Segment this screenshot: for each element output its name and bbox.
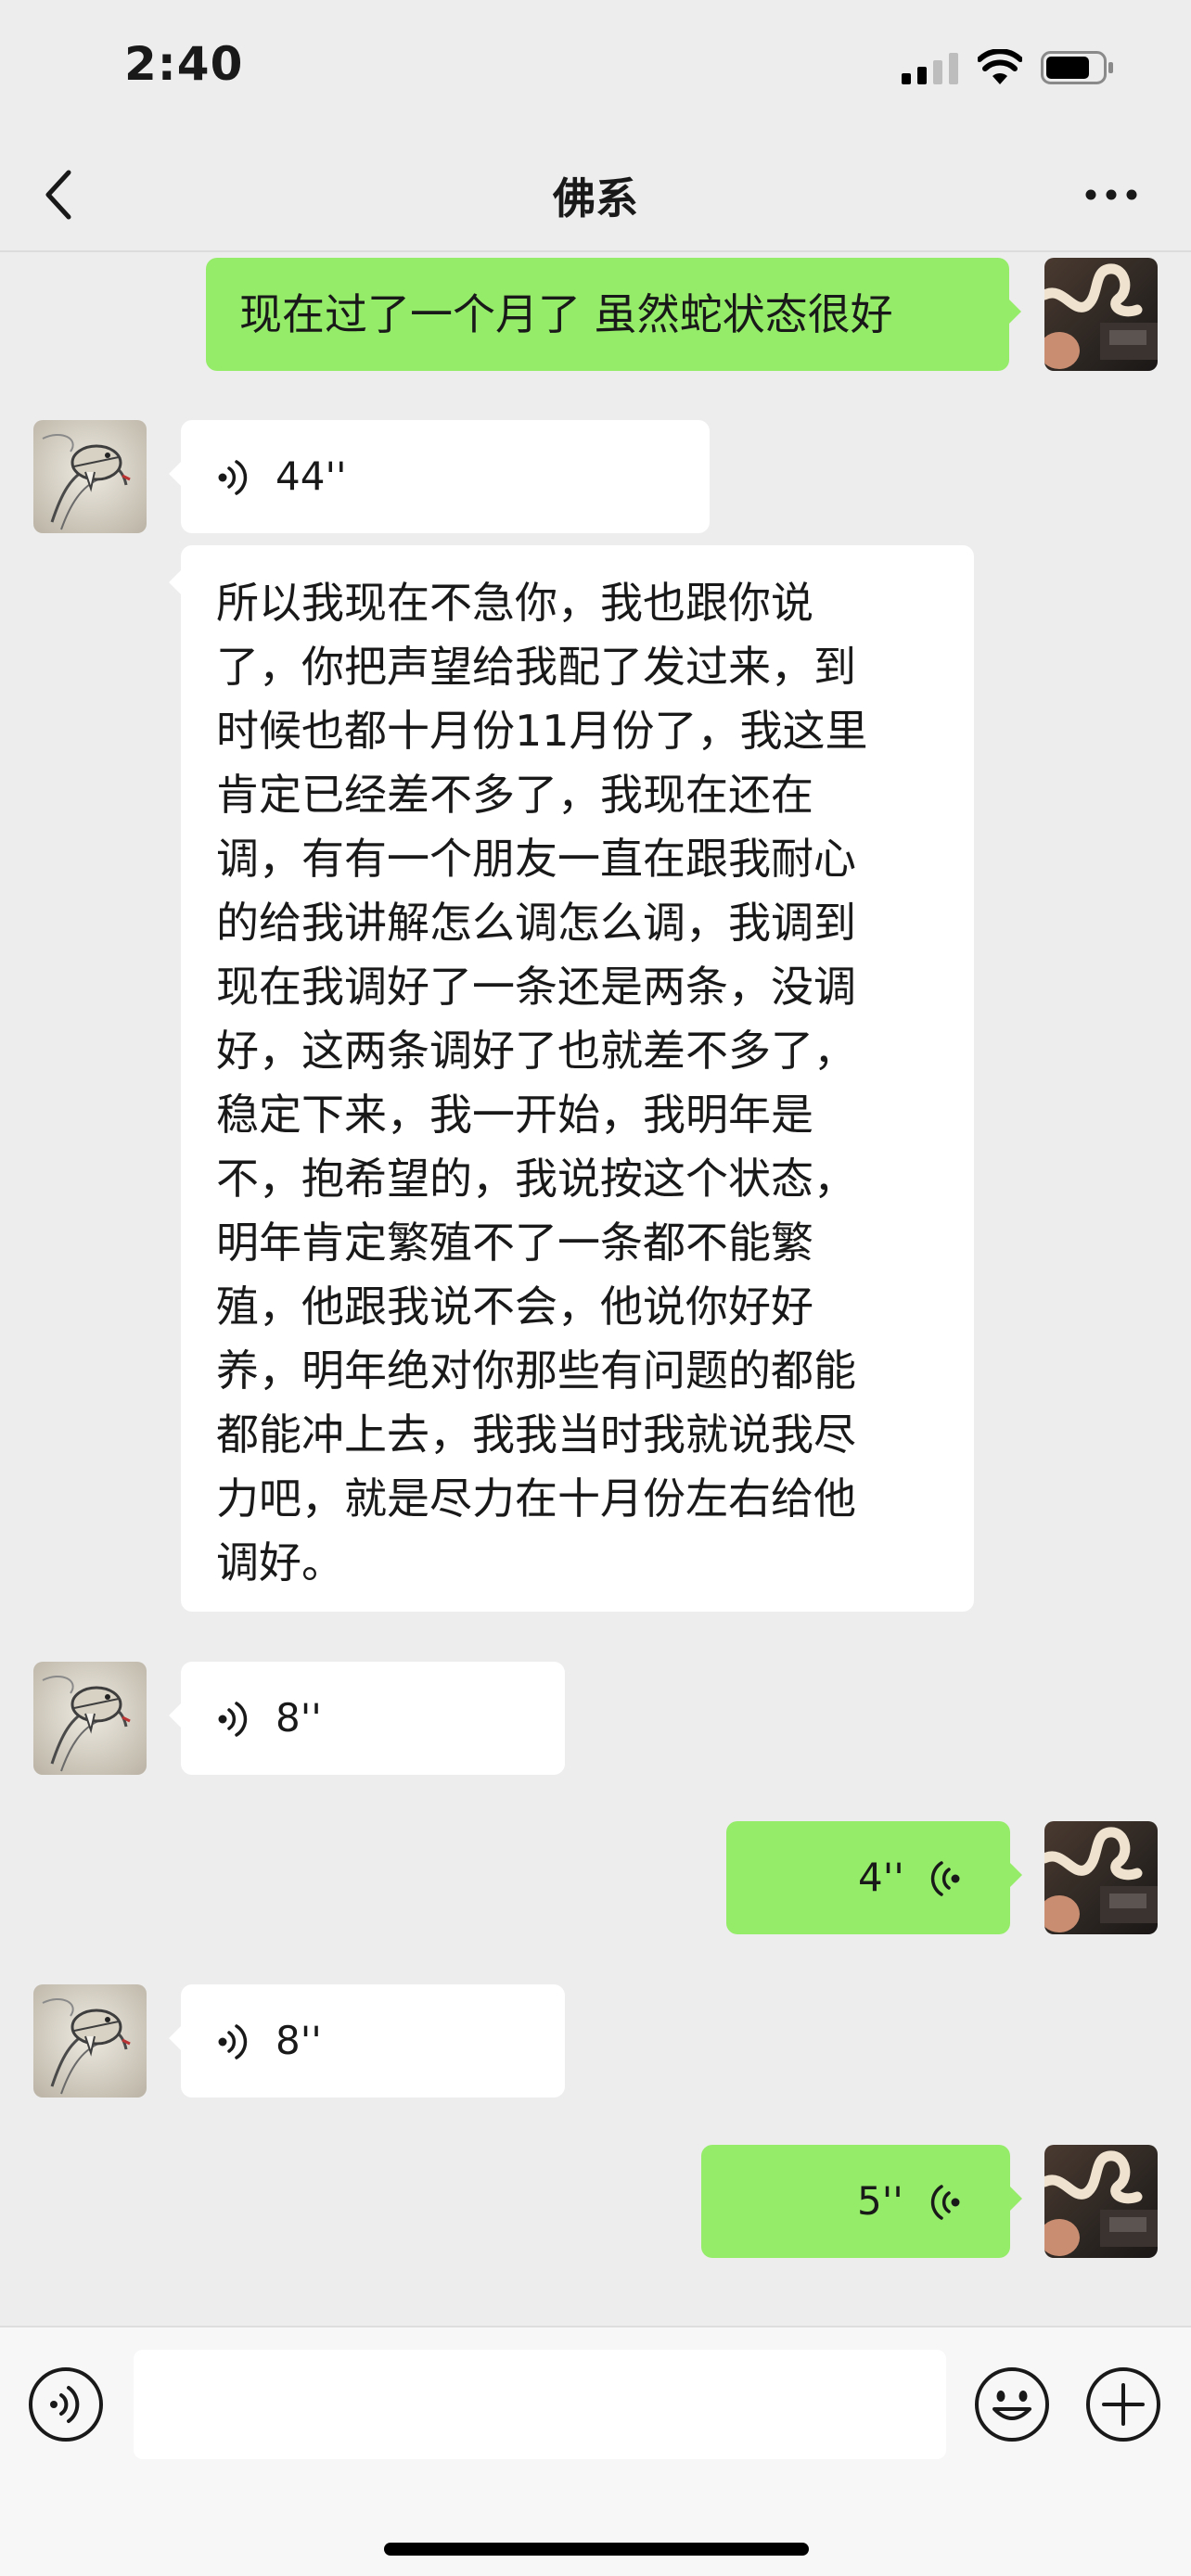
voice-message-sent[interactable]: 5'' <box>701 2145 1022 2258</box>
contact-avatar[interactable] <box>33 1662 147 1775</box>
message-line: 养，明年绝对你那些有问题的都能 <box>216 1345 856 1396</box>
message-line: 了，你把声望给我配了发过来，到 <box>216 642 856 692</box>
message-line: 的给我讲解怎么调怎么调，我调到 <box>216 898 856 948</box>
voice-duration: 8'' <box>275 1695 322 1741</box>
contact-avatar[interactable] <box>33 1984 147 2098</box>
message-line: 现在我调好了一条还是两条，没调 <box>216 962 856 1012</box>
emoji-icon[interactable] <box>974 2366 1050 2442</box>
wifi-icon <box>978 49 1022 84</box>
message-line: 都能冲上去，我我当时我就说我尽 <box>216 1409 856 1460</box>
status-time: 2:40 <box>124 37 244 91</box>
chat-header: 佛系 <box>0 139 1191 252</box>
home-indicator <box>384 2543 809 2556</box>
voice-mode-icon[interactable] <box>28 2366 104 2442</box>
message-line: 好，这两条调好了也就差不多了， <box>216 1026 856 1076</box>
voice-message-received[interactable]: 8'' <box>169 1662 565 1775</box>
voice-message-received[interactable]: 8'' <box>169 1984 565 2098</box>
message-line: 时候也都十月份11月份了，我这里 <box>216 706 868 756</box>
voice-duration: 5'' <box>857 2178 903 2224</box>
my-avatar[interactable] <box>1044 1821 1158 1934</box>
voice-wave-icon <box>930 1861 960 1896</box>
voice-message-sent[interactable]: 4'' <box>726 1821 1022 1934</box>
plus-icon[interactable] <box>1085 2366 1161 2442</box>
message-line: 稳定下来，我一开始，我明年是 <box>216 1090 813 1140</box>
message-line: 调，有有一个朋友一直在跟我耐心 <box>216 834 856 884</box>
message-line: 殖，他跟我说不会，他说你好好 <box>216 1282 813 1332</box>
my-avatar[interactable] <box>1044 2145 1158 2258</box>
message-line: 调好。 <box>216 1537 344 1588</box>
voice-wave-icon <box>218 2024 248 2060</box>
message-line: 所以我现在不急你，我也跟你说 <box>216 578 813 628</box>
voice-wave-icon <box>930 2185 960 2220</box>
message-line: 肯定已经差不多了，我现在还在 <box>216 770 813 820</box>
voice-message-received[interactable]: 44'' <box>169 420 710 533</box>
voice-duration: 44'' <box>275 453 347 499</box>
more-dots-icon[interactable] <box>1083 185 1139 204</box>
voice-duration: 4'' <box>858 1855 904 1900</box>
message-bubble-sent[interactable]: 现在过了一个月了 虽然蛇状态很好 <box>206 258 1021 371</box>
message-line: 明年肯定繁殖不了一条都不能繁 <box>216 1218 813 1268</box>
message-line: 不，抱希望的，我说按这个状态， <box>216 1154 856 1204</box>
my-avatar[interactable] <box>1044 258 1158 371</box>
status-bar: 2:40 <box>0 0 1191 139</box>
message-text: 现在过了一个月了 虽然蛇状态很好 <box>239 289 893 339</box>
voice-duration: 8'' <box>275 2018 322 2063</box>
chat-title: 佛系 <box>553 173 638 223</box>
voice-wave-icon <box>218 1702 248 1737</box>
input-bar <box>0 2326 1191 2576</box>
voice-wave-icon <box>218 460 248 495</box>
battery-icon <box>1041 51 1113 84</box>
message-input[interactable] <box>134 2350 946 2459</box>
contact-avatar[interactable] <box>33 420 147 533</box>
cellular-signal-icon <box>902 53 958 84</box>
message-bubble-received-long[interactable]: 所以我现在不急你，我也跟你说 了，你把声望给我配了发过来，到 时候也都十月份11… <box>169 545 974 1612</box>
message-line: 力吧，就是尽力在十月份左右给他 <box>216 1473 856 1524</box>
